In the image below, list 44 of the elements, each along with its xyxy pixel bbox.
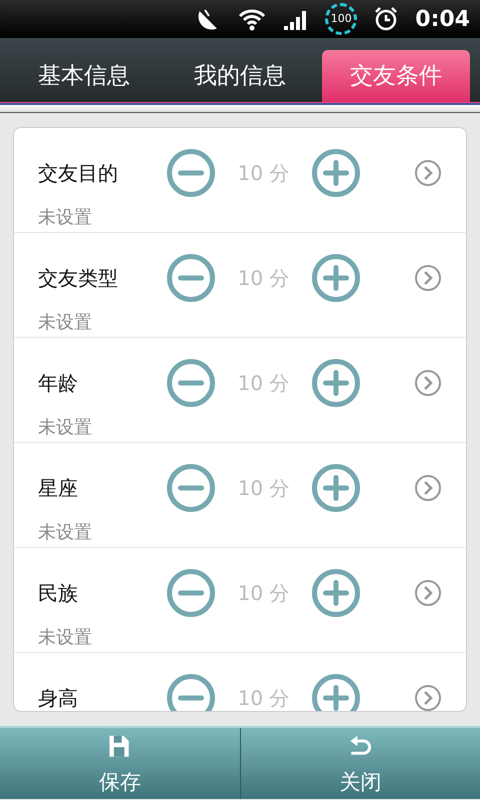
plus-button[interactable] [311, 463, 361, 513]
minus-button[interactable] [166, 148, 216, 198]
plus-button[interactable] [311, 148, 361, 198]
chevron-button[interactable] [414, 159, 442, 187]
minus-button[interactable] [166, 568, 216, 618]
chevron-button[interactable] [414, 264, 442, 292]
condition-label: 星座 [38, 475, 79, 502]
condition-status: 未设置 [38, 521, 93, 545]
plus-button[interactable] [311, 358, 361, 408]
minus-button[interactable] [166, 253, 216, 303]
condition-label: 年龄 [38, 370, 79, 397]
condition-status: 未设置 [38, 206, 93, 230]
tab[interactable]: 交友条件 [322, 50, 470, 102]
minus-button[interactable] [166, 358, 216, 408]
condition-label: 民族 [38, 580, 79, 607]
score-value: 10 分 [236, 265, 290, 292]
plus-button[interactable] [311, 568, 361, 618]
score-value: 10 分 [236, 160, 290, 187]
wifi-icon [237, 7, 268, 31]
score-value: 10 分 [236, 685, 290, 711]
minus-button[interactable] [166, 673, 216, 711]
minus-button[interactable] [166, 463, 216, 513]
score-value: 10 分 [236, 580, 290, 607]
condition-status: 未设置 [38, 416, 93, 440]
plus-button[interactable] [311, 673, 361, 711]
chevron-button[interactable] [414, 684, 442, 711]
plus-button[interactable] [311, 253, 361, 303]
condition-label: 交友类型 [38, 265, 119, 292]
status-time: 0:04 [415, 6, 470, 34]
condition-status: 未设置 [38, 626, 93, 650]
condition-label: 身高 [38, 685, 79, 711]
chevron-button[interactable] [414, 369, 442, 397]
battery-indicator: 100 [325, 3, 358, 35]
chevron-button[interactable] [414, 579, 442, 607]
score-value: 10 分 [236, 475, 290, 502]
close-button[interactable]: 关闭 [240, 728, 480, 799]
save-button[interactable]: 保存 [0, 728, 240, 799]
tab[interactable]: 我的信息 [166, 50, 314, 102]
condition-status: 未设置 [38, 311, 93, 335]
score-value: 10 分 [236, 370, 290, 397]
tab[interactable]: 基本信息 [10, 50, 158, 102]
condition-label: 交友目的 [38, 160, 119, 187]
chevron-button[interactable] [414, 474, 442, 502]
alarm-clock-icon [373, 6, 400, 32]
